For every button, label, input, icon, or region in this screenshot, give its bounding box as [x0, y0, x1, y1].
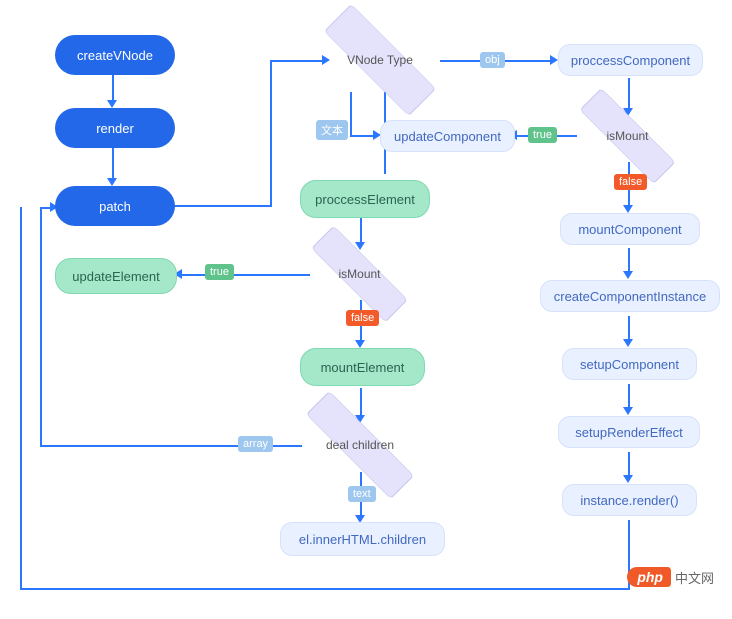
- node-instance-render: instance.render(): [562, 484, 697, 516]
- diamond-ismount-right: isMount: [575, 108, 680, 164]
- badge-array: array: [238, 436, 273, 452]
- label: text: [353, 488, 371, 500]
- label: render: [96, 121, 134, 136]
- node-setupcomponent: setupComponent: [562, 348, 697, 380]
- label: updateElement: [72, 269, 159, 284]
- badge-true-right: true: [528, 127, 557, 143]
- node-setuprendereffect: setupRenderEffect: [558, 416, 700, 448]
- node-render: render: [55, 108, 175, 148]
- label: false: [351, 312, 374, 324]
- node-mountelement: mountElement: [300, 348, 425, 386]
- label: patch: [99, 199, 131, 214]
- watermark: php 中文网: [627, 567, 714, 587]
- badge-text-cn: 文本: [316, 120, 348, 140]
- label: isMount: [606, 129, 648, 143]
- label: setupComponent: [580, 357, 679, 372]
- diamond-deal-children: deal children: [300, 415, 420, 475]
- badge-false-right: false: [614, 174, 647, 190]
- node-createcomponentinstance: createComponentInstance: [540, 280, 720, 312]
- label: true: [210, 266, 229, 278]
- badge-false-left: false: [346, 310, 379, 326]
- label: array: [243, 438, 268, 450]
- label: deal children: [326, 438, 394, 452]
- label: VNode Type: [347, 53, 413, 67]
- node-updatecomponent: updateComponent: [380, 120, 515, 152]
- node-patch: patch: [55, 186, 175, 226]
- badge-obj: obj: [480, 52, 505, 68]
- label: el.innerHTML.children: [299, 532, 426, 547]
- label: mountComponent: [578, 222, 681, 237]
- label: instance.render(): [580, 493, 678, 508]
- watermark-logo: php: [627, 567, 671, 587]
- label: 文本: [321, 122, 343, 138]
- badge-true-left: true: [205, 264, 234, 280]
- label: mountElement: [321, 360, 405, 375]
- node-proccesselement: proccessElement: [300, 180, 430, 218]
- node-proccesscomponent: proccessComponent: [558, 44, 703, 76]
- node-createvnode: createVNode: [55, 35, 175, 75]
- label: proccessElement: [315, 192, 415, 207]
- label: createVNode: [77, 48, 153, 63]
- label: true: [533, 129, 552, 141]
- badge-text-en: text: [348, 486, 376, 502]
- label: setupRenderEffect: [575, 425, 682, 440]
- label: createComponentInstance: [554, 289, 706, 304]
- label: obj: [485, 54, 500, 66]
- label: proccessComponent: [571, 53, 690, 68]
- label: false: [619, 176, 642, 188]
- node-innerhtml-children: el.innerHTML.children: [280, 522, 445, 556]
- node-updateelement: updateElement: [55, 258, 177, 294]
- label: isMount: [338, 267, 380, 281]
- diamond-ismount-left: isMount: [307, 245, 412, 303]
- label: updateComponent: [394, 129, 501, 144]
- diamond-vnode-type: VNode Type: [320, 25, 440, 95]
- watermark-text: 中文网: [675, 568, 714, 587]
- node-mountcomponent: mountComponent: [560, 213, 700, 245]
